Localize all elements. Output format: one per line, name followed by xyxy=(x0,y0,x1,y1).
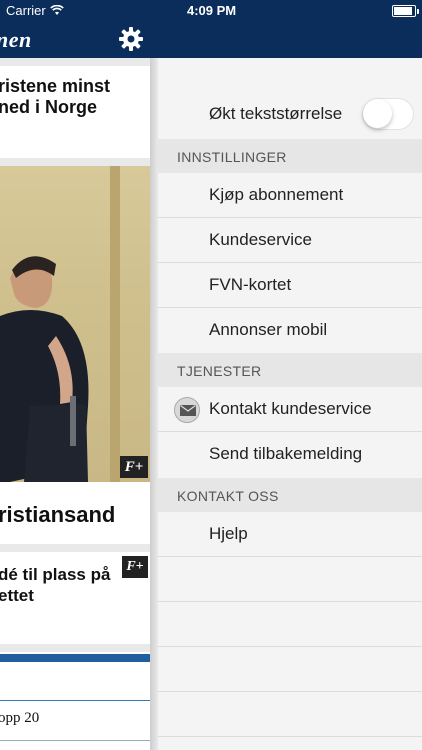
premium-badge: F+ xyxy=(120,456,148,478)
menu-item-send-tilbakemelding[interactable]: Send tilbakemelding xyxy=(158,432,422,477)
divider xyxy=(0,700,150,701)
empty-row xyxy=(158,602,422,647)
section-header-tjenester: TJENESTER xyxy=(158,353,422,387)
divider xyxy=(0,740,150,741)
toggle-knob xyxy=(363,99,392,128)
gear-icon[interactable] xyxy=(118,26,144,52)
text-size-label: Økt tekststørrelse xyxy=(209,104,343,123)
menu-header-bar xyxy=(158,22,422,58)
section-bar xyxy=(0,654,150,662)
mail-icon xyxy=(174,397,200,423)
article-card[interactable]: ristene minst ned i Norge xyxy=(0,66,150,158)
article-card[interactable]: ristiansand xyxy=(0,482,150,544)
article-title: ristene minst ned i Norge xyxy=(0,76,111,117)
empty-row xyxy=(158,557,422,602)
clock: 4:09 PM xyxy=(187,3,237,18)
carrier-indicator: Carrier xyxy=(6,3,64,18)
premium-badge: F+ xyxy=(122,556,148,578)
section-header-innstillinger: INNSTILLINGER xyxy=(158,139,422,173)
article-title: ristiansand xyxy=(0,502,116,527)
empty-row xyxy=(158,692,422,737)
wifi-icon xyxy=(49,5,64,15)
menu-item-kjop-abonnement[interactable]: Kjøp abonnement xyxy=(158,173,422,218)
menu-item-fvn-kortet[interactable]: FVN-kortet xyxy=(158,263,422,308)
article-card[interactable]: dé til plass på ettet F+ xyxy=(0,552,150,644)
menu-item-hjelp[interactable]: Hjelp xyxy=(158,512,422,557)
empty-row xyxy=(158,647,422,692)
newspaper-logo: nen xyxy=(0,27,32,52)
menu-item-kontakt-kundeservice[interactable]: Kontakt kundeservice xyxy=(158,387,422,432)
text-size-toggle[interactable] xyxy=(362,98,414,130)
top-list-card[interactable]: opp 20 xyxy=(0,652,150,750)
news-feed-pane[interactable]: nen ristene minst ned i Norge xyxy=(0,22,158,750)
battery-icon xyxy=(392,5,419,17)
article-photo[interactable]: F+ xyxy=(0,166,150,482)
settings-menu: Økt tekststørrelse INNSTILLINGER Kjøp ab… xyxy=(158,22,422,750)
worker-photo-illustration xyxy=(0,256,89,482)
content-navbar: nen xyxy=(0,22,158,58)
article-title: dé til plass på ettet xyxy=(0,565,111,605)
menu-item-kundeservice[interactable]: Kundeservice xyxy=(158,218,422,263)
status-bar: Carrier 4:09 PM xyxy=(0,0,422,22)
top-list-title: opp 20 xyxy=(0,710,40,726)
pane-shadow xyxy=(150,58,158,750)
menu-item-annonser-mobil[interactable]: Annonser mobil xyxy=(158,308,422,353)
carrier-label: Carrier xyxy=(6,3,46,18)
section-header-kontakt-oss: KONTAKT OSS xyxy=(158,478,422,512)
